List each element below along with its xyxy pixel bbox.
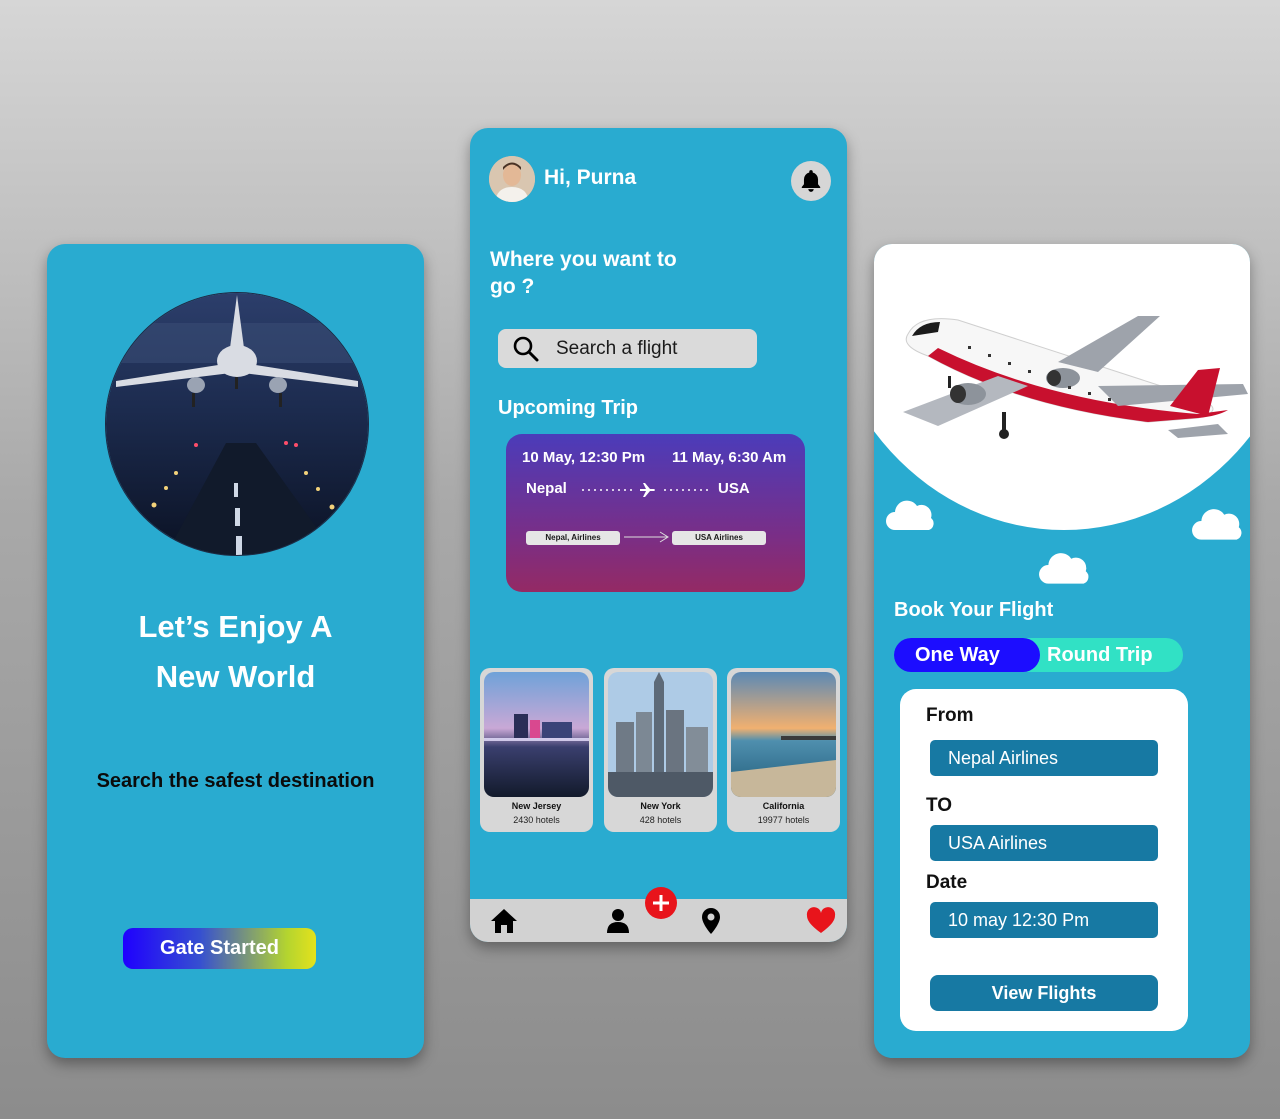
search-icon: [513, 336, 539, 361]
trip-type-toggle: One Way Round Trip: [894, 638, 1183, 672]
from-airline-tag: Nepal, Airlines: [526, 531, 620, 545]
upcoming-trip-card[interactable]: 10 May, 12:30 Pm 11 May, 6:30 Am Nepal U…: [506, 434, 805, 592]
notification-button[interactable]: [791, 161, 831, 201]
round-trip-option[interactable]: Round Trip: [1047, 638, 1153, 672]
from-field[interactable]: Nepal Airlines: [930, 740, 1158, 776]
new-jersey-image: [484, 672, 589, 797]
destination-card-new-york[interactable]: New York 428 hotels: [604, 668, 717, 832]
add-button[interactable]: [645, 887, 677, 919]
user-icon[interactable]: [603, 907, 633, 935]
plane-icon: [640, 483, 655, 497]
california-image: [731, 672, 836, 797]
flight-search-input[interactable]: Search a flight: [498, 329, 757, 368]
heart-icon[interactable]: [806, 907, 836, 935]
destination-name: California: [762, 801, 805, 811]
trip-to: USA: [718, 480, 750, 497]
destination-name: New York: [640, 801, 681, 811]
destination-name: New Jersey: [511, 801, 562, 811]
booking-form: From Nepal Airlines TO USA Airlines Date…: [900, 689, 1188, 1031]
destination-card-california[interactable]: California 19977 hotels: [727, 668, 840, 832]
avatar[interactable]: [489, 156, 535, 202]
splash-title-line1: Let’s Enjoy A: [138, 609, 333, 644]
runway-plane-image: [105, 292, 369, 556]
destination-hotels: 2430 hotels: [513, 815, 560, 825]
date-label: Date: [926, 872, 968, 893]
splash-title: Let’s Enjoy A New World: [47, 602, 424, 702]
home-icon[interactable]: [489, 907, 519, 935]
destination-prompt-line2: go ?: [490, 275, 535, 298]
destination-prompt: Where you want to go ?: [490, 246, 720, 300]
cloud-icon: [1192, 509, 1242, 540]
destination-hotels: 428 hotels: [639, 815, 682, 825]
search-placeholder: Search a flight: [556, 337, 678, 359]
route-line: [582, 480, 714, 501]
destination-hotels: 19977 hotels: [757, 815, 810, 825]
greeting: Hi, Purna: [544, 166, 637, 189]
arrive-time: 11 May, 6:30 Am: [672, 449, 787, 466]
arrow-right-icon: [624, 531, 669, 543]
to-field[interactable]: USA Airlines: [930, 825, 1158, 861]
splash-subtitle: Search the safest destination: [96, 770, 375, 792]
booking-screen: Book Your Flight One Way Round Trip From…: [874, 244, 1250, 1058]
to-label: TO: [926, 795, 953, 816]
depart-time: 10 May, 12:30 Pm: [522, 449, 646, 466]
cloud-icon: [886, 500, 934, 530]
one-way-option[interactable]: One Way: [894, 638, 1040, 672]
book-flight-title: Book Your Flight: [894, 599, 1054, 621]
bell-icon: [801, 170, 821, 192]
destination-card-new-jersey[interactable]: New Jersey 2430 hotels: [480, 668, 593, 832]
airliner-image: [903, 316, 1248, 439]
date-field[interactable]: 10 may 12:30 Pm: [930, 902, 1158, 938]
location-pin-icon[interactable]: [696, 907, 726, 935]
get-started-button[interactable]: Gate Started: [123, 928, 316, 969]
splash-title-line2: New World: [155, 659, 316, 694]
to-airline-tag: USA Airlines: [672, 531, 766, 545]
plus-icon: [653, 895, 669, 911]
home-screen: Hi, Purna Where you want to go ? Search …: [470, 128, 847, 942]
view-flights-button[interactable]: View Flights: [930, 975, 1158, 1011]
destination-prompt-line1: Where you want to: [490, 248, 677, 271]
new-york-image: [608, 672, 713, 797]
trip-from: Nepal: [526, 480, 567, 497]
cloud-icon: [1039, 553, 1089, 584]
upcoming-trip-heading: Upcoming Trip: [498, 397, 638, 419]
splash-screen: Let’s Enjoy A New World Search the safes…: [47, 244, 424, 1058]
from-label: From: [926, 705, 974, 726]
